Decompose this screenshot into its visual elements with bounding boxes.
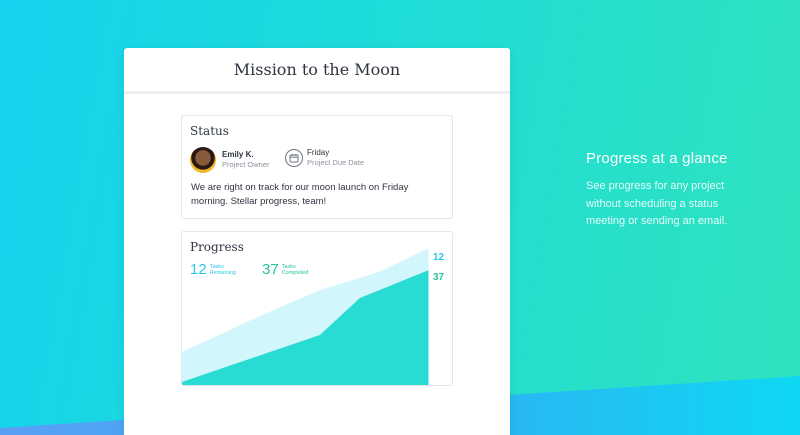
project-owner[interactable]: Emily K. Project Owner (190, 147, 270, 173)
due-label: Project Due Date (307, 158, 365, 167)
status-message: We are right on track for our moon launc… (191, 182, 409, 207)
progress-card: Progress 12 Tasks Remaining 37 Tasks Com… (181, 231, 453, 386)
status-card: Status Emily K. Project Owner Friday Pro… (181, 115, 453, 219)
feature-promo: Progress at a glance See progress for an… (586, 150, 756, 231)
tasks-completed-metric: 37 Tasks Completed (262, 262, 308, 278)
tasks-remaining-label-2: Remaining (209, 270, 236, 276)
status-heading: Status (190, 124, 229, 138)
chart-end-remaining-label: 12 (433, 252, 445, 263)
chart-end-completed-label: 37 (433, 272, 445, 283)
due-day: Friday (307, 148, 330, 157)
calendar-icon (285, 149, 303, 167)
tasks-completed-count: 37 (262, 261, 279, 278)
promo-body: See progress for any project without sch… (586, 180, 728, 227)
project-title: Mission to the Moon (233, 60, 401, 79)
owner-name: Emily K. (222, 150, 254, 159)
progress-chart (182, 242, 430, 385)
progress-heading: Progress (190, 240, 244, 254)
tasks-remaining-count: 12 (190, 261, 207, 278)
project-due-date[interactable]: Friday Project Due Date (285, 148, 364, 168)
tasks-completed-label-2: Completed (281, 270, 309, 276)
panel-header: Mission to the Moon (124, 48, 510, 94)
tasks-remaining-metric: 12 Tasks Remaining (190, 262, 236, 278)
avatar (190, 147, 216, 173)
owner-role: Project Owner (222, 160, 270, 169)
promo-title: Progress at a glance (586, 150, 728, 167)
project-panel: Mission to the Moon Status Emily K. Proj… (124, 48, 510, 435)
